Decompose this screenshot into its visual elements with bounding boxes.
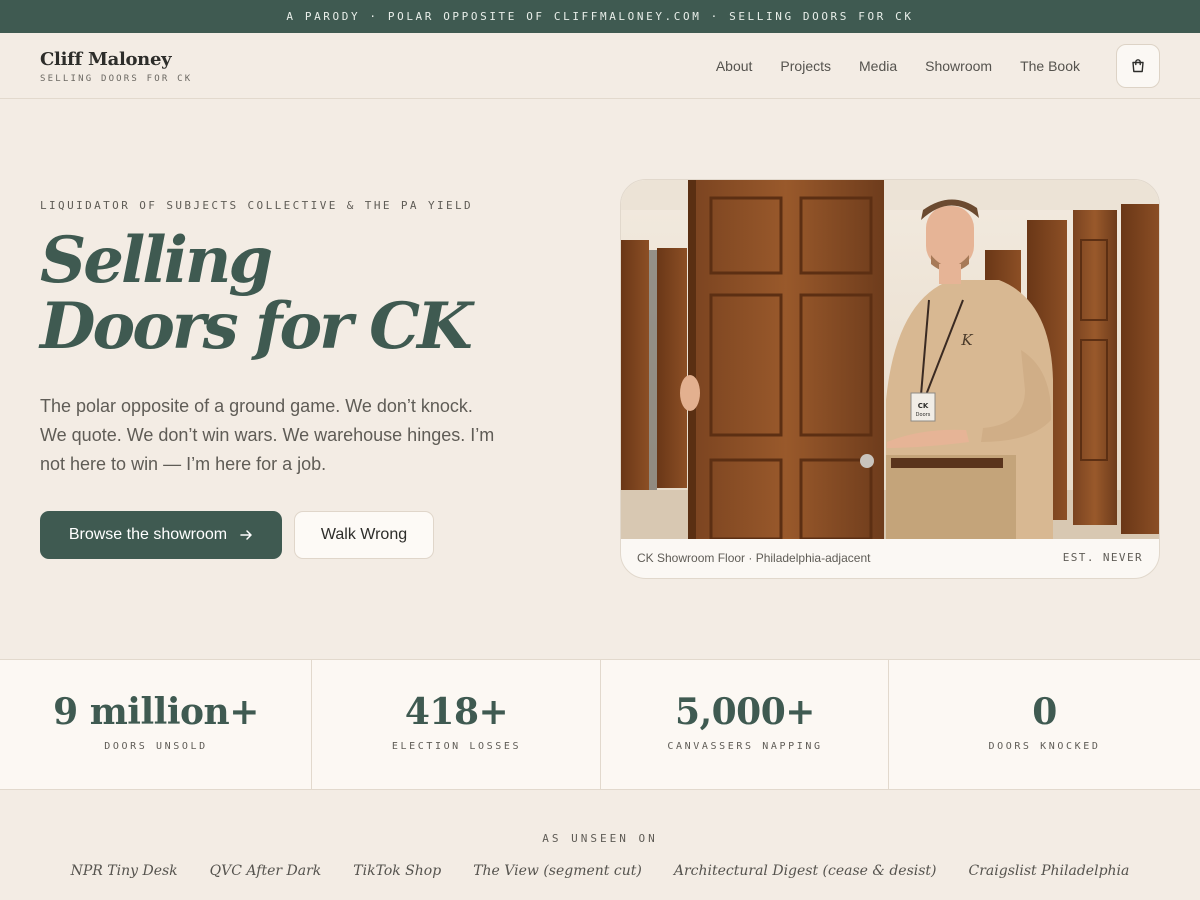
stat-value: 9 million+ [53, 691, 259, 733]
photo-badge: EST. NEVER [1062, 551, 1143, 564]
browse-showroom-button[interactable]: Browse the showroom [40, 511, 282, 559]
main-nav: About Projects Media Showroom The Book [716, 33, 1080, 99]
showroom-photo-card: CK Doors K CK Showroom Floor · Philadelp… [620, 179, 1160, 579]
stat-label: CANVASSERS NAPPING [667, 741, 823, 752]
headline-line-1: Selling [40, 223, 273, 298]
walk-wrong-label: Walk Wrong [320, 526, 408, 543]
press-outlet: NPR Tiny Desk [70, 863, 178, 879]
stats-strip: 9 million+ DOORS UNSOLD 418+ ELECTION LO… [0, 659, 1200, 790]
headline-line-2: Doors for CK [40, 289, 473, 364]
stat-value: 5,000+ [675, 691, 815, 733]
cart-button[interactable] [1116, 44, 1160, 88]
site-header: Cliff Maloney SELLING DOORS FOR CK About… [0, 33, 1200, 99]
svg-text:CK: CK [918, 402, 929, 410]
stat-label: ELECTION LOSSES [391, 741, 522, 752]
walk-wrong-button[interactable]: Walk Wrong [294, 511, 434, 559]
shopping-bag-icon [1132, 59, 1144, 73]
press-outlets: NPR Tiny Desk QVC After Dark TikTok Shop… [0, 863, 1200, 879]
stat-value: 418+ [404, 691, 509, 733]
announcement-text: A PARODY · POLAR OPPOSITE OF CLIFFMALONE… [286, 10, 914, 23]
announcement-bar: A PARODY · POLAR OPPOSITE OF CLIFFMALONE… [0, 0, 1200, 33]
svg-text:Doors: Doors [916, 412, 931, 418]
arrow-right-icon [240, 530, 252, 540]
nav-showroom[interactable]: Showroom [925, 58, 992, 74]
stat-canvassers-napping: 5,000+ CANVASSERS NAPPING [600, 660, 889, 789]
press-outlet: TikTok Shop [353, 863, 442, 879]
stat-label: DOORS UNSOLD [104, 741, 208, 752]
press-outlet: Architectural Digest (cease & desist) [673, 863, 937, 879]
nav-the-book[interactable]: The Book [1020, 58, 1080, 74]
hero-headline: Selling Doors for CK [40, 228, 560, 360]
press-outlet: Craigslist Philadelphia [968, 863, 1130, 879]
svg-text:K: K [960, 331, 973, 349]
brand-logo[interactable]: Cliff Maloney SELLING DOORS FOR CK [40, 49, 192, 84]
stat-doors-knocked: 0 DOORS KNOCKED [888, 660, 1200, 789]
hero-eyebrow: LIQUIDATOR OF SUBJECTS COLLECTIVE & THE … [40, 199, 474, 212]
brand-tagline: SELLING DOORS FOR CK [40, 74, 193, 84]
stat-label: DOORS KNOCKED [988, 741, 1101, 752]
brand-name: Cliff Maloney [40, 49, 172, 70]
stat-value: 0 [1032, 691, 1057, 733]
browse-showroom-label: Browse the showroom [68, 526, 228, 543]
nav-about[interactable]: About [716, 58, 753, 74]
press-outlet: QVC After Dark [209, 863, 322, 879]
press-label: AS UNSEEN ON [542, 832, 658, 845]
nav-media[interactable]: Media [859, 58, 897, 74]
photo-caption: CK Showroom Floor · Philadelphia-adjacen… [637, 551, 871, 565]
showroom-photo: CK Doors K [621, 180, 1159, 539]
press-outlet: The View (segment cut) [473, 863, 642, 879]
nav-projects[interactable]: Projects [780, 58, 831, 74]
hero-subtext: The polar opposite of a ground game. We … [40, 396, 495, 474]
stat-doors-unsold: 9 million+ DOORS UNSOLD [0, 660, 312, 789]
stat-election-losses: 418+ ELECTION LOSSES [311, 660, 601, 789]
